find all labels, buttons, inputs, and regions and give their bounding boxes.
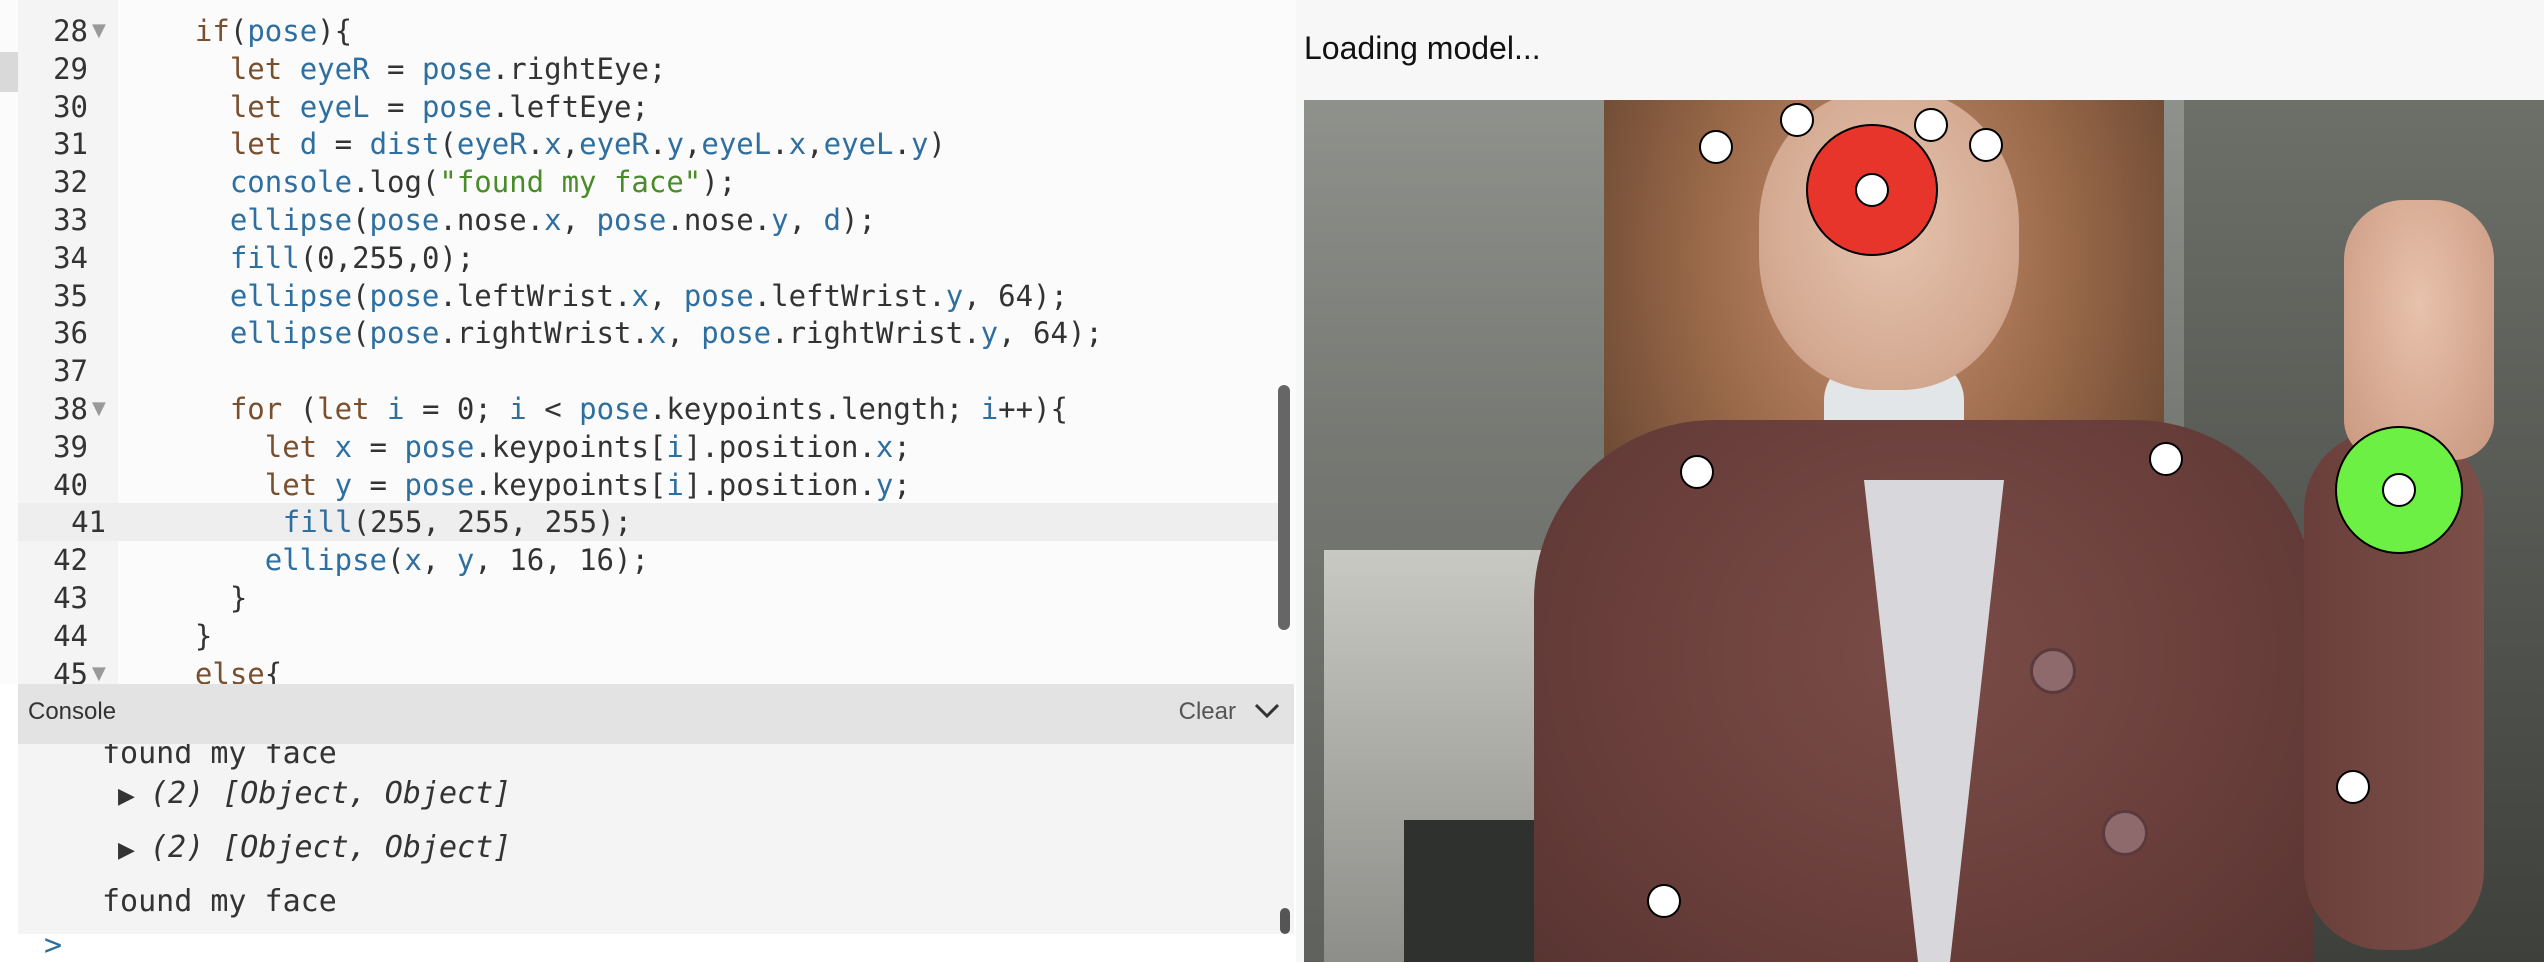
console-message: found my face [102, 744, 337, 771]
fold-arrow-icon[interactable]: ▼ [92, 390, 106, 428]
code-line[interactable]: 41 fill(255, 255, 255); [18, 503, 1288, 542]
code-line[interactable]: 38 ▼ for (let i = 0; i < pose.keypoints.l… [0, 390, 1280, 428]
console-object[interactable]: (2) [Object, Object] [150, 830, 511, 865]
keypoint [2336, 770, 2370, 804]
fold-arrow-icon[interactable]: ▼ [92, 655, 106, 684]
line-number: 43 [53, 581, 88, 615]
keypoint [1914, 108, 1948, 142]
line-number: 30 [53, 89, 88, 124]
code-line[interactable]: 31 let d = dist(eyeR.x,eyeR.y,eyeL.x,eye… [0, 125, 1280, 163]
line-number: 32 [53, 165, 88, 200]
line-number: 44 [53, 618, 88, 653]
console-object[interactable]: (2) [Object, Object] [150, 776, 511, 811]
line-number: 42 [53, 543, 88, 578]
console-output: found my face ▶ (2) [Object, Object] ▶ (… [18, 744, 1294, 934]
line-number: 39 [53, 429, 88, 464]
fold-arrow-icon[interactable]: ▼ [92, 12, 106, 50]
console-prompt: > [44, 928, 63, 963]
code-line[interactable]: 36 ellipse(pose.rightWrist.x, pose.right… [0, 314, 1280, 352]
code-line[interactable]: 30 let eyeL = pose.leftEye; [0, 88, 1280, 126]
console-scrollbar[interactable] [1280, 908, 1290, 934]
code-line[interactable]: 32 console.log("found my face"); [0, 163, 1280, 201]
code-text[interactable]: let y = pose.keypoints[i].position.y; [160, 466, 911, 504]
line-number: 41 [71, 505, 106, 540]
code-editor[interactable]: 28 ▼ if(pose){29 let eyeR = pose.rightEye… [0, 0, 1296, 684]
line-number: 37 [53, 354, 88, 389]
keypoint [1969, 128, 2003, 162]
wrist-keypoint [2382, 473, 2416, 507]
console-header: Console Clear [18, 684, 1294, 744]
code-text[interactable]: console.log("found my face"); [160, 163, 736, 201]
line-number: 35 [53, 278, 88, 313]
code-line[interactable]: 29 let eyeR = pose.rightEye; [0, 50, 1280, 88]
keypoint [1780, 103, 1814, 137]
editor-scrollbar[interactable] [1278, 385, 1290, 630]
person-hand [2344, 200, 2494, 460]
keypoint [1647, 884, 1681, 918]
console-message: found my face [102, 884, 337, 919]
status-text: Loading model... [1304, 30, 1541, 66]
code-line[interactable]: 34 fill(0,255,0); [0, 239, 1280, 277]
cardigan-button [2102, 810, 2148, 856]
webcam-canvas[interactable] [1304, 100, 2544, 962]
line-number: 36 [53, 316, 88, 351]
code-line[interactable]: 28 ▼ if(pose){ [0, 12, 1280, 50]
expand-triangle-icon[interactable]: ▶ [118, 784, 135, 809]
line-number: 28 [53, 14, 88, 48]
code-line[interactable]: 35 ellipse(pose.leftWrist.x, pose.leftWr… [0, 277, 1280, 315]
code-line[interactable]: 33 ellipse(pose.nose.x, pose.nose.y, d); [0, 201, 1280, 239]
code-line[interactable]: 44 } [0, 617, 1280, 655]
line-number: 34 [53, 240, 88, 275]
code-text[interactable]: ellipse(pose.nose.x, pose.nose.y, d); [160, 201, 876, 239]
nose-keypoint [1855, 173, 1889, 207]
expand-triangle-icon[interactable]: ▶ [118, 838, 135, 863]
line-number: 45 [53, 656, 88, 684]
code-text[interactable]: let eyeL = pose.leftEye; [160, 88, 649, 126]
cardigan-button [2030, 648, 2076, 694]
code-text[interactable]: ellipse(pose.rightWrist.x, pose.rightWri… [160, 314, 1103, 352]
code-text[interactable]: } [160, 617, 212, 655]
code-line[interactable]: 37 [0, 352, 1280, 390]
code-text[interactable]: for (let i = 0; i < pose.keypoints.lengt… [160, 390, 1068, 428]
code-text[interactable]: let d = dist(eyeR.x,eyeR.y,eyeL.x,eyeL.y… [160, 125, 946, 163]
code-text[interactable]: ellipse(x, y, 16, 16); [160, 541, 649, 579]
chevron-down-icon[interactable] [1250, 694, 1284, 728]
code-line[interactable]: 45 ▼ else{ [0, 655, 1280, 684]
code-line[interactable]: 43 } [0, 579, 1280, 617]
line-number: 29 [53, 51, 88, 86]
code-line[interactable]: 40 let y = pose.keypoints[i].position.y; [0, 466, 1280, 504]
code-text[interactable]: let x = pose.keypoints[i].position.x; [160, 428, 911, 466]
keypoint [1680, 455, 1714, 489]
console-title: Console [28, 698, 117, 725]
code-line[interactable]: 42 ellipse(x, y, 16, 16); [0, 541, 1280, 579]
code-text[interactable]: let eyeR = pose.rightEye; [160, 50, 667, 88]
code-text[interactable]: fill(255, 255, 255); [178, 503, 632, 541]
keypoint [2149, 442, 2183, 476]
code-text[interactable]: fill(0,255,0); [160, 239, 475, 277]
code-text[interactable]: if(pose){ [160, 12, 352, 50]
line-number: 40 [53, 467, 88, 502]
code-text[interactable]: } [160, 579, 247, 617]
keypoint [1699, 130, 1733, 164]
line-number: 38 [53, 392, 88, 426]
code-text[interactable]: ellipse(pose.leftWrist.x, pose.leftWrist… [160, 277, 1068, 315]
sketch-preview: Loading model... [1296, 0, 2544, 962]
code-line[interactable]: 39 let x = pose.keypoints[i].position.x; [0, 428, 1280, 466]
console-clear-button[interactable]: Clear [1179, 698, 1236, 726]
line-number: 33 [53, 203, 88, 237]
code-text[interactable]: else{ [160, 655, 282, 684]
console-input[interactable]: > [18, 928, 1294, 963]
line-number: 31 [53, 127, 88, 162]
